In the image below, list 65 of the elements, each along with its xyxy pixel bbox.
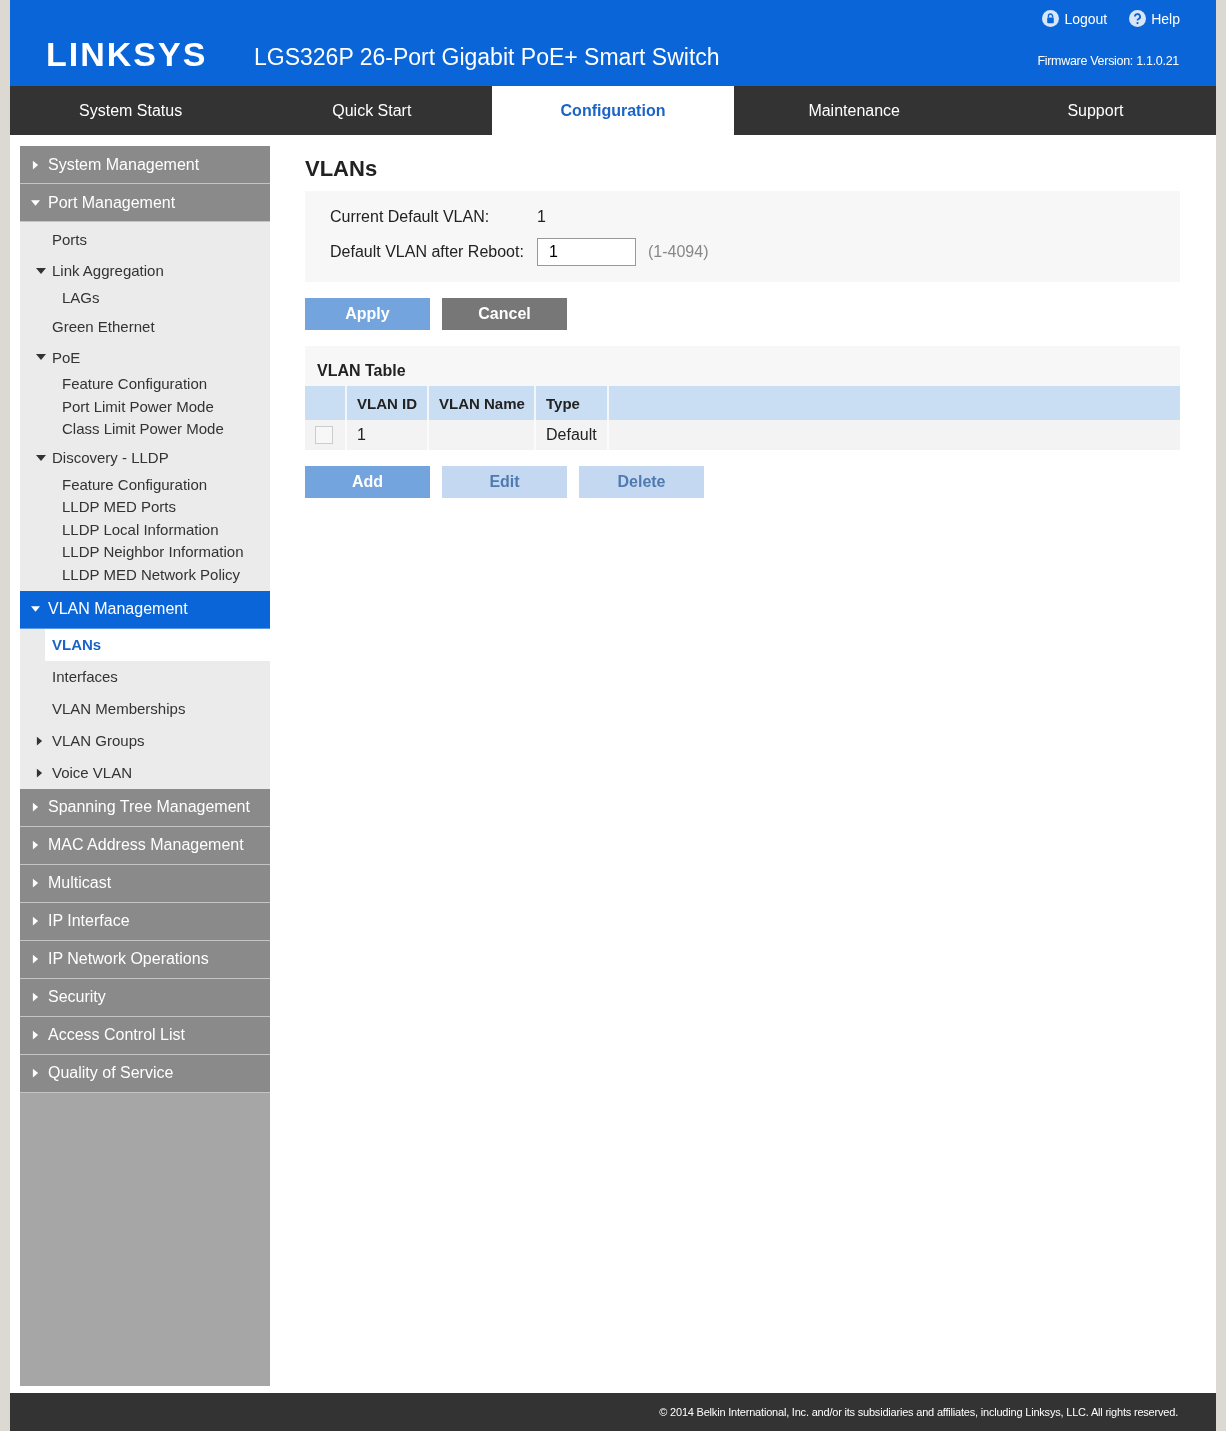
menu-item[interactable]: LLDP Neighbor Information: [20, 540, 270, 563]
column-header: VLAN ID: [345, 386, 427, 420]
menu-group-label: Multicast: [48, 874, 112, 892]
column-header: Type: [534, 386, 607, 420]
menu-group-label: Access Control List: [48, 1026, 185, 1044]
menu-item[interactable]: LLDP Local Information: [20, 518, 270, 541]
field-label: Default VLAN after Reboot:: [330, 243, 525, 261]
menu-item[interactable]: VLANs: [45, 628, 270, 661]
firmware-version: Firmware Version: 1.1.0.21: [1037, 54, 1179, 68]
menu-group-label: MAC Address Management: [48, 836, 244, 854]
help-icon: [1129, 10, 1147, 27]
row-checkbox[interactable]: [315, 426, 333, 444]
menu-item[interactable]: LLDP MED Ports: [20, 495, 270, 518]
copyright-text: © 2014 Belkin International, Inc. and/or its subsidiaries and affiliates, including Linksys, LLC. All rights reserved.: [659, 1406, 1178, 1418]
menu-group-label: Security: [48, 988, 106, 1006]
logo: LINKSYS: [46, 36, 208, 72]
column-header: VLAN Name: [427, 386, 534, 420]
field-value: 1: [537, 208, 546, 226]
nav-tab[interactable]: System Status: [10, 86, 252, 135]
action-button[interactable]: Cancel: [442, 298, 567, 330]
menu-item[interactable]: Class Limit Power Mode: [20, 417, 270, 440]
header-cell: [305, 386, 345, 420]
range-hint: (1-4094): [648, 243, 709, 261]
menu-item[interactable]: Port Limit Power Mode: [20, 395, 270, 418]
lock-icon: [1042, 10, 1060, 27]
menu-item[interactable]: Ports: [20, 224, 270, 255]
menu-item[interactable]: VLAN Groups: [20, 724, 270, 757]
nav-tab[interactable]: Quick Start: [251, 86, 493, 135]
menu-item[interactable]: Discovery - LLDP: [20, 442, 270, 473]
menu-group-label: Spanning Tree Management: [48, 798, 250, 816]
table-cell: Default: [534, 420, 607, 450]
menu-item[interactable]: Voice VLAN: [20, 756, 270, 789]
menu-item[interactable]: Green Ethernet: [20, 310, 270, 342]
menu-group-label: VLAN Management: [48, 600, 188, 618]
menu-group[interactable]: VLAN Management: [20, 590, 270, 629]
nav-tab[interactable]: Configuration: [492, 86, 734, 135]
menu-item[interactable]: PoE: [20, 341, 270, 373]
product-title: LGS326P 26-Port Gigabit PoE+ Smart Switch: [254, 43, 720, 71]
nav-tab[interactable]: Maintenance: [733, 86, 975, 135]
menu-item[interactable]: Feature Configuration: [20, 473, 270, 496]
menu-group-label: System Management: [48, 155, 200, 174]
input-field[interactable]: 1: [537, 238, 636, 266]
menu-item[interactable]: LAGs: [20, 286, 270, 309]
menu-item[interactable]: Feature Configuration: [20, 372, 270, 395]
expanded-arrow-icon[interactable]: [36, 453, 46, 462]
table-title: VLAN Table: [317, 361, 407, 380]
menu-group-label: Quality of Service: [48, 1064, 174, 1082]
expanded-arrow-icon[interactable]: [36, 353, 46, 361]
field-label: Current Default VLAN:: [330, 208, 491, 226]
logout-link[interactable]: Logout: [1042, 10, 1108, 27]
nav-tab[interactable]: Support: [974, 86, 1216, 135]
menu-item[interactable]: Link Aggregation: [20, 255, 270, 286]
menu-item[interactable]: LLDP MED Network Policy: [20, 563, 270, 586]
menu-group-label: Port Management: [48, 193, 176, 212]
menu-group-label: IP Network Operations: [48, 950, 209, 968]
collapsed-arrow-icon[interactable]: [36, 767, 43, 778]
collapsed-arrow-icon[interactable]: [36, 735, 43, 746]
help-link[interactable]: Help: [1129, 10, 1180, 27]
expanded-arrow-icon[interactable]: [36, 266, 46, 275]
table-cell: 1: [345, 420, 427, 450]
page-title: VLANs: [305, 155, 379, 183]
menu-group-label: IP Interface: [48, 912, 130, 930]
menu-item[interactable]: Interfaces: [20, 660, 270, 693]
expanded-arrow-icon[interactable]: [31, 605, 40, 613]
menu-item[interactable]: VLAN Memberships: [20, 692, 270, 725]
